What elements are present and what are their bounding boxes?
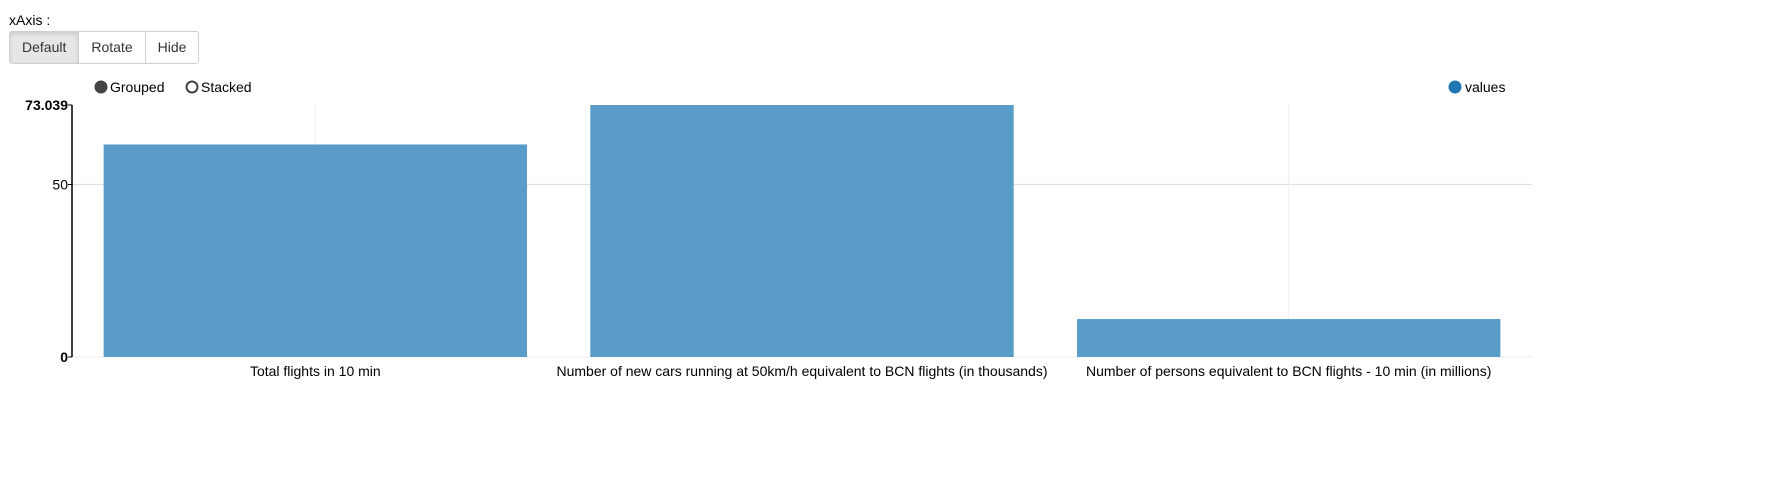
bar[interactable] (590, 105, 1014, 357)
stacked-radio[interactable]: Stacked (185, 79, 252, 95)
bars (103, 105, 1501, 357)
y-tick-label: 73.039 (25, 97, 68, 113)
grouped-radio[interactable]: Grouped (94, 79, 164, 95)
chart-controls: Grouped Stacked values (94, 79, 1505, 95)
bar[interactable] (103, 144, 528, 357)
bar[interactable] (1076, 319, 1501, 357)
legend-item-values[interactable]: values (1448, 79, 1505, 95)
legend-label: values (1465, 79, 1505, 95)
x-tick-label: Number of new cars running at 50km/h equ… (556, 363, 1047, 379)
stacked-label: Stacked (201, 79, 252, 95)
stacked-radio-icon (185, 80, 199, 94)
chart-page: xAxis : Default Rotate Hide Grouped Stac… (0, 0, 1777, 482)
grouped-radio-icon (94, 80, 108, 94)
legend-dot-icon (1448, 80, 1462, 94)
bar-chart: Grouped Stacked values Total flights in … (25, 79, 1532, 379)
y-tick-label: 50 (52, 176, 68, 192)
x-tick-label: Number of persons equivalent to BCN flig… (1086, 363, 1491, 379)
x-tick-label: Total flights in 10 min (250, 363, 381, 379)
y-tick-label: 0 (60, 349, 68, 365)
grouped-label: Grouped (110, 79, 164, 95)
